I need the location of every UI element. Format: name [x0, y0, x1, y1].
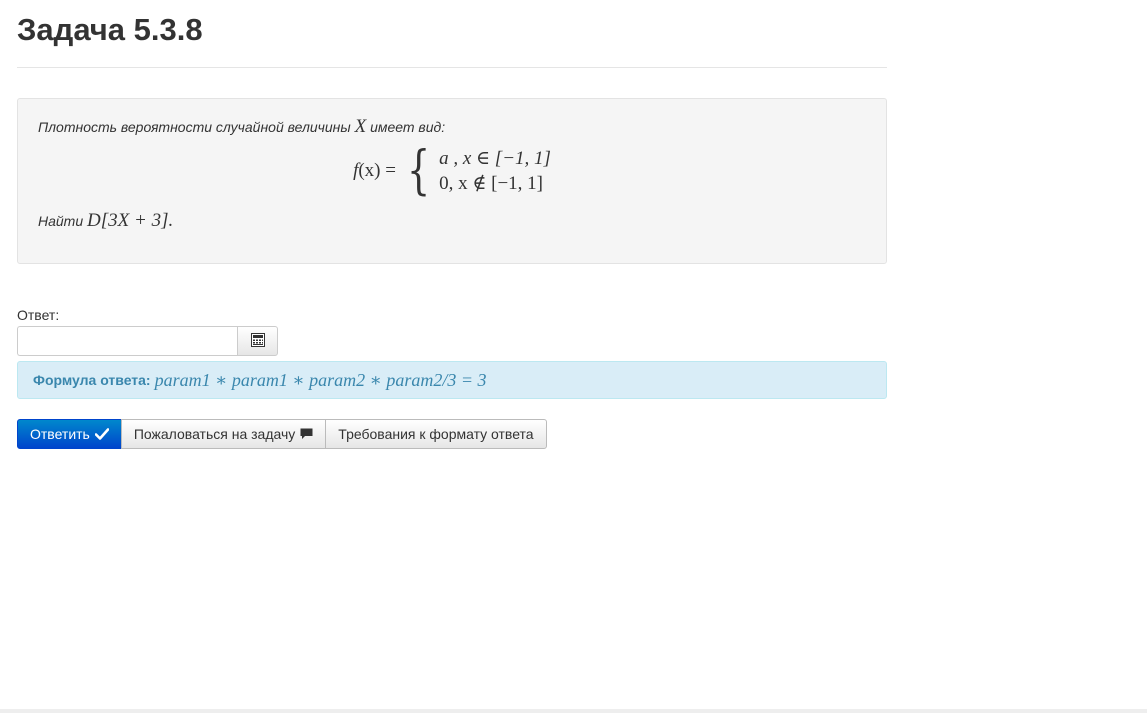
main-content: Задача 5.3.8 Плотность вероятности случа… — [17, 0, 887, 449]
formula-case-2: 0, x ∉ [−1, 1] — [439, 173, 543, 194]
formula-lhs: f(x) = — [353, 160, 396, 182]
density-formula: f(x) = { a , x ∈ [−1, 1] 0, x ∉ [−1, 1] — [38, 143, 866, 199]
requirements-label: Требования к формату ответа — [338, 426, 534, 442]
action-buttons: Ответить Пожаловаться на задачу Требован… — [17, 419, 887, 449]
formula-case-1: a , x ∈ [−1, 1] — [439, 148, 551, 169]
cases-brace: { — [406, 141, 431, 201]
answer-formula-hint: Формула ответа: param1 ∗ param1 ∗ param2… — [17, 361, 887, 399]
answer-label: Ответ: — [17, 307, 60, 323]
calculator-button[interactable] — [237, 326, 278, 356]
problem-intro-suffix: имеет вид: — [370, 119, 446, 135]
page-title: Задача 5.3.8 — [17, 12, 203, 47]
problem-statement-box: Плотность вероятности случайной величины… — [17, 98, 887, 264]
comment-icon — [300, 428, 313, 440]
problem-intro-text: Плотность вероятности случайной величины — [38, 119, 351, 135]
submit-answer-button[interactable]: Ответить — [17, 419, 122, 449]
answer-format-requirements-button[interactable]: Требования к формату ответа — [325, 419, 547, 449]
formula-hint-label: Формула ответа: — [33, 372, 151, 388]
page: Задача 5.3.8 Плотность вероятности случа… — [0, 0, 1147, 713]
check-icon — [94, 428, 109, 440]
formula-cases: a , x ∈ [−1, 1] 0, x ∉ [−1, 1] — [439, 146, 551, 196]
submit-answer-label: Ответить — [30, 426, 90, 442]
formula-hint-expression: param1 ∗ param1 ∗ param2 ∗ param2/3 = 3 — [154, 369, 487, 390]
problem-task: Найти D[3X + 3]. — [38, 211, 866, 231]
complain-button[interactable]: Пожаловаться на задачу — [120, 419, 327, 449]
problem-find-expr: D[3X + 3]. — [87, 210, 174, 231]
bottom-edge — [0, 709, 1147, 713]
variable-x: X — [354, 116, 367, 137]
formula-arg: (x) = — [358, 160, 396, 181]
answer-input[interactable] — [17, 326, 237, 356]
calculator-icon — [250, 332, 265, 350]
title-divider — [17, 67, 887, 68]
complain-label: Пожаловаться на задачу — [133, 426, 296, 442]
answer-input-group — [17, 326, 887, 356]
problem-find-label: Найти — [38, 213, 84, 229]
problem-intro: Плотность вероятности случайной величины… — [38, 117, 866, 137]
